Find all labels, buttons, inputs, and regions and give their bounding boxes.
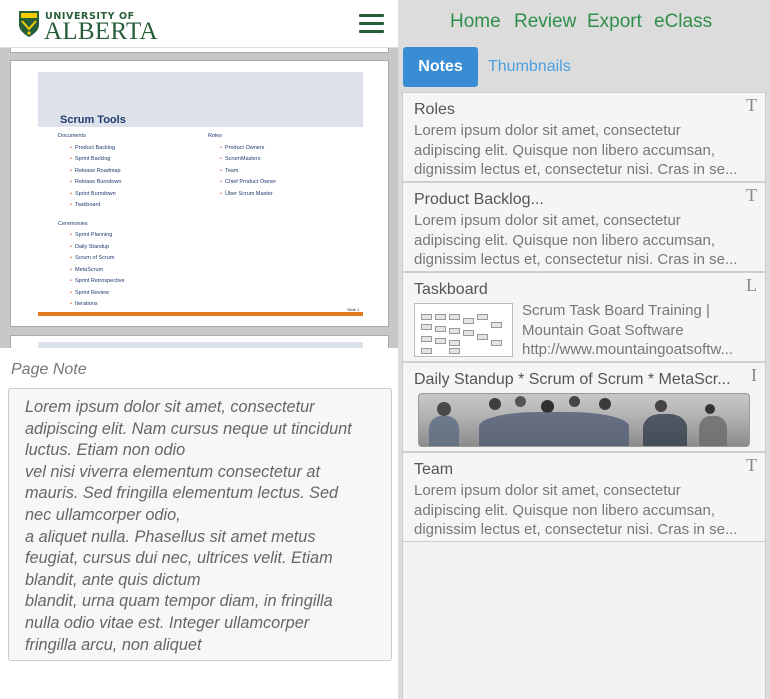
slide-bullet: Taskboard (58, 200, 125, 212)
slide-bullet: MetaScrum (58, 265, 125, 277)
slide-bullet: Scrum of Scrum (58, 253, 125, 265)
note-item-product-backlog[interactable]: Product Backlog... T Lorem ipsum dolor s… (403, 182, 765, 272)
slide-bullet: Daily Standup (58, 242, 125, 254)
slide-footer-bar (38, 312, 363, 316)
note-preview-line: adipiscing elit. Quisque non libero accu… (414, 141, 716, 159)
crest-icon (19, 11, 39, 37)
tab-thumbnails[interactable]: Thumbnails (488, 58, 571, 76)
slide-bullet: Sprint Review (58, 288, 125, 300)
standup-photo-thumbnail[interactable] (418, 393, 750, 447)
notes-pane: Home Review Export eClass Notes Thumbnai… (398, 0, 770, 699)
slide-bullet: Team (208, 166, 276, 178)
note-item-roles[interactable]: Roles T Lorem ipsum dolor sit amet, cons… (403, 92, 765, 182)
page-note-line: blandit, ante quis dictum (25, 570, 201, 589)
note-preview-line: dignissim lectus et, consectetur nisi. C… (414, 251, 738, 268)
hamburger-menu-icon[interactable] (359, 14, 384, 33)
note-item-taskboard[interactable]: Taskboard L Scrum Task Board Training | … (403, 272, 765, 362)
note-preview-line: Lorem ipsum dolor sit amet, consectetur (414, 122, 681, 139)
slide-bullet: Chief Product Owner (208, 177, 276, 189)
page-note-line: luctus. Etiam non odio (25, 441, 186, 460)
note-item-team[interactable]: Team T Lorem ipsum dolor sit amet, conse… (403, 452, 765, 542)
nav-export[interactable]: Export (587, 11, 642, 33)
slide-roles-column: Roles Product Owners ScrumMasters Team C… (208, 131, 276, 200)
text-note-icon: T (746, 185, 757, 205)
link-preview: Scrum Task Board Training | Mountain Goa… (522, 301, 758, 360)
page-note-line: Lorem ipsum dolor sit amet, consectetur (25, 398, 315, 416)
note-title: Roles (414, 101, 455, 118)
link-title-line: Mountain Goat Software (522, 321, 684, 339)
link-note-icon: L (746, 275, 757, 295)
notes-list[interactable]: Roles T Lorem ipsum dolor sit amet, cons… (402, 92, 766, 699)
page-note-line: blandit, urna quam tempor diam, in fring… (25, 592, 333, 611)
nav-eclass[interactable]: eClass (654, 11, 712, 33)
slide-bullet: Product Backlog (58, 143, 125, 155)
slide-footer-label: Slide 1 (347, 307, 360, 312)
link-thumbnail[interactable] (414, 303, 513, 357)
note-preview-line: adipiscing elit. Quisque non libero accu… (414, 501, 716, 519)
image-note-icon: I (751, 365, 757, 385)
top-nav: Home Review Export eClass (398, 0, 770, 44)
slide-bullet: Sprint Retrospective (58, 276, 125, 288)
page-note-label: Page Note (11, 361, 87, 378)
slide-title: Scrum Tools (60, 114, 126, 126)
app-header: UNIVERSITY OF ALBERTA (0, 0, 398, 48)
page-note-line: mauris. Sed fringilla elementum lectus. … (25, 484, 339, 503)
slide-bullet: Sprint Planning (58, 230, 125, 242)
note-preview-line: Lorem ipsum dolor sit amet, consectetur (414, 482, 681, 499)
page-note-line: vel nisi viverra elementum consectetur a… (25, 462, 320, 481)
link-url[interactable]: http://www.mountaingoatsoftw... (522, 340, 758, 360)
nav-home[interactable]: Home (450, 11, 501, 33)
slide-bullet: Product Owners (208, 143, 276, 155)
note-title: Daily Standup * Scrum of Scrum * MetaScr… (414, 371, 731, 388)
slide-page[interactable]: Scrum Tools Documents Product Backlog Sp… (10, 60, 389, 327)
note-preview: Lorem ipsum dolor sit amet, consectetur … (414, 211, 754, 270)
slide-bullet: Sprint Backlog (58, 154, 125, 166)
text-note-icon: T (746, 455, 757, 475)
slide-section-heading: Documents (58, 133, 86, 139)
note-preview: Lorem ipsum dolor sit amet, consectetur … (414, 121, 754, 180)
slide-documents-column: Documents Product Backlog Sprint Backlog… (58, 131, 125, 311)
logo-bottom-text: ALBERTA (44, 18, 158, 45)
slide-bullet: Über Scrum Master (208, 189, 276, 201)
slide-bullet: Release Roadmap (58, 166, 125, 178)
slide-viewer[interactable]: Scrum Tools Documents Product Backlog Sp… (0, 48, 398, 348)
page-note-textarea[interactable]: Lorem ipsum dolor sit amet, consectetur … (8, 388, 392, 661)
slide-bullet: Iterations (58, 299, 125, 311)
tab-notes[interactable]: Notes (403, 47, 478, 87)
note-preview: Lorem ipsum dolor sit amet, consectetur … (414, 481, 754, 540)
link-title-line: Scrum Task Board Training | (522, 302, 710, 319)
page-note-line: nec ullamcorper odio, (25, 505, 181, 524)
page-note-line: fringilla arcu, non aliquet (25, 635, 202, 654)
slide-bullet: Release Burndown (58, 177, 125, 189)
slide-bullet: ScrumMasters (208, 154, 276, 166)
note-preview-line: Lorem ipsum dolor sit amet, consectetur (414, 212, 681, 229)
nav-review[interactable]: Review (514, 11, 576, 33)
page-note-line: nulla odio vitae est. Integer ullamcorpe… (25, 613, 310, 632)
slide-section-heading: Roles (208, 133, 223, 139)
note-title: Taskboard (414, 281, 488, 298)
page-note-line: feugiat, cursus dui nec, ultrices velit.… (25, 549, 333, 568)
university-logo[interactable]: UNIVERSITY OF ALBERTA (18, 10, 158, 44)
note-preview-line: dignissim lectus et, consectetur nisi. C… (414, 521, 738, 538)
note-preview-line: dignissim lectus et, consectetur nisi. C… (414, 161, 738, 178)
note-title: Team (414, 461, 454, 478)
page-note-line: a aliquet nulla. Phasellus sit amet metu… (25, 527, 316, 546)
note-preview-line: adipiscing elit. Quisque non libero accu… (414, 231, 716, 249)
text-note-icon: T (746, 95, 757, 115)
slide-bullet: Sprint Burndown (58, 189, 125, 201)
slide-section-heading: Ceremonies (58, 220, 88, 227)
document-pane: UNIVERSITY OF ALBERTA Scrum Tools Docume… (0, 0, 398, 699)
page-note-line: adipiscing elit. Nam cursus neque ut tin… (25, 419, 352, 438)
note-item-daily-standup[interactable]: Daily Standup * Scrum of Scrum * MetaScr… (403, 362, 765, 452)
next-page-edge[interactable] (10, 335, 389, 348)
previous-page-edge (10, 48, 389, 53)
view-tabs: Notes Thumbnails (398, 46, 770, 88)
note-title: Product Backlog... (414, 191, 544, 208)
